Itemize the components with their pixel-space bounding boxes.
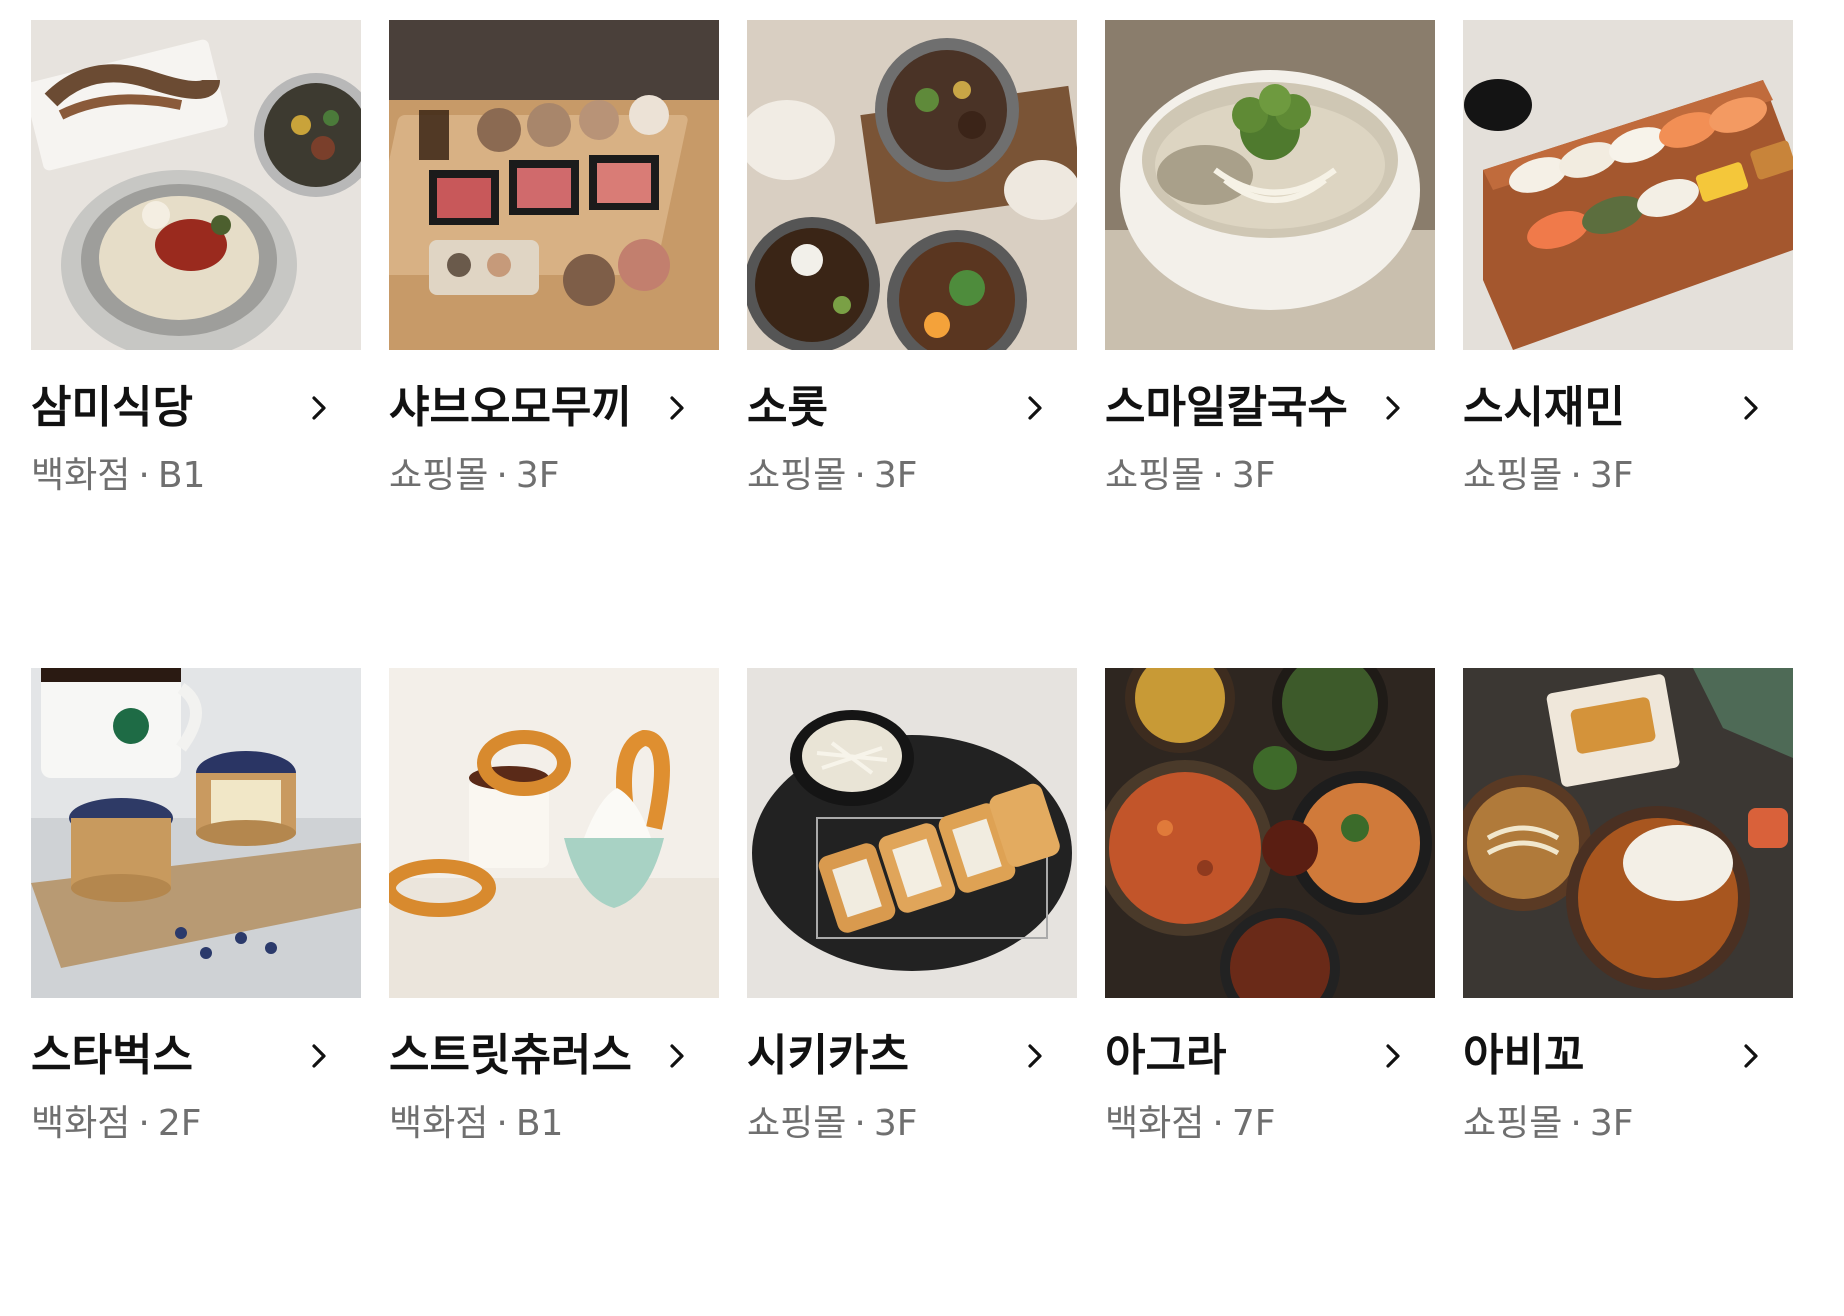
restaurant-card[interactable]: 아그라 백화점 · 7F bbox=[1105, 668, 1435, 1316]
restaurant-card[interactable]: 스타벅스 백화점 · 2F bbox=[31, 668, 361, 1316]
restaurant-name[interactable]: 아그라 bbox=[1105, 1024, 1226, 1088]
chevron-right-icon[interactable] bbox=[663, 394, 691, 422]
floor-label: 3F bbox=[1231, 455, 1276, 496]
restaurant-name[interactable]: 스트릿츄러스 bbox=[389, 1024, 632, 1088]
food-image[interactable] bbox=[747, 668, 1077, 998]
chevron-right-icon[interactable] bbox=[1737, 1042, 1765, 1070]
restaurant-name[interactable]: 스마일칼국수 bbox=[1105, 376, 1348, 440]
restaurant-location: 쇼핑몰 · 3F bbox=[1463, 450, 1633, 502]
restaurant-name[interactable]: 샤브오모무끼 bbox=[389, 376, 632, 440]
restaurant-name-row[interactable]: 스시재민 bbox=[1463, 376, 1793, 440]
floor-label: B1 bbox=[157, 455, 206, 496]
restaurant-grid: 삼미식당 백화점 · B1 샤브오모무끼 쇼핑몰 · 3F 소롯 쇼핑몰 · 3… bbox=[31, 20, 1793, 1316]
restaurant-location: 쇼핑몰 · 3F bbox=[1463, 1098, 1633, 1150]
food-image[interactable] bbox=[31, 668, 361, 998]
restaurant-name[interactable]: 삼미식당 bbox=[31, 376, 193, 440]
food-image[interactable] bbox=[389, 668, 719, 998]
restaurant-location: 쇼핑몰 · 3F bbox=[747, 450, 917, 502]
restaurant-location: 쇼핑몰 · 3F bbox=[1105, 450, 1275, 502]
restaurant-name-row[interactable]: 삼미식당 bbox=[31, 376, 361, 440]
chevron-right-icon[interactable] bbox=[1379, 1042, 1407, 1070]
restaurant-name[interactable]: 시키카츠 bbox=[747, 1024, 909, 1088]
floor-label: B1 bbox=[515, 1103, 564, 1144]
restaurant-card[interactable]: 스트릿츄러스 백화점 · B1 bbox=[389, 668, 719, 1316]
restaurant-name-row[interactable]: 아그라 bbox=[1105, 1024, 1435, 1088]
food-image[interactable] bbox=[1105, 20, 1435, 350]
building-label: 백화점 bbox=[31, 455, 131, 496]
floor-label: 3F bbox=[1589, 455, 1634, 496]
separator: · bbox=[1570, 455, 1582, 496]
food-image[interactable] bbox=[747, 20, 1077, 350]
chevron-right-icon[interactable] bbox=[1737, 394, 1765, 422]
floor-label: 3F bbox=[515, 455, 560, 496]
restaurant-name-row[interactable]: 샤브오모무끼 bbox=[389, 376, 719, 440]
building-label: 백화점 bbox=[389, 1103, 489, 1144]
restaurant-card[interactable]: 샤브오모무끼 쇼핑몰 · 3F bbox=[389, 20, 719, 668]
chevron-right-icon[interactable] bbox=[305, 394, 333, 422]
restaurant-name[interactable]: 소롯 bbox=[747, 376, 828, 440]
separator: · bbox=[138, 1103, 150, 1144]
food-image[interactable] bbox=[389, 20, 719, 350]
building-label: 쇼핑몰 bbox=[1463, 1103, 1563, 1144]
restaurant-location: 백화점 · B1 bbox=[389, 1098, 563, 1150]
food-image[interactable] bbox=[31, 20, 361, 350]
restaurant-name[interactable]: 아비꼬 bbox=[1463, 1024, 1584, 1088]
restaurant-location: 쇼핑몰 · 3F bbox=[389, 450, 559, 502]
floor-label: 3F bbox=[873, 455, 918, 496]
restaurant-name-row[interactable]: 아비꼬 bbox=[1463, 1024, 1793, 1088]
separator: · bbox=[1570, 1103, 1582, 1144]
separator: · bbox=[496, 455, 508, 496]
food-image[interactable] bbox=[1463, 20, 1793, 350]
building-label: 쇼핑몰 bbox=[747, 455, 847, 496]
floor-label: 2F bbox=[157, 1103, 202, 1144]
restaurant-location: 백화점 · 7F bbox=[1105, 1098, 1275, 1150]
building-label: 백화점 bbox=[1105, 1103, 1205, 1144]
restaurant-name-row[interactable]: 소롯 bbox=[747, 376, 1077, 440]
food-image[interactable] bbox=[1463, 668, 1793, 998]
building-label: 쇼핑몰 bbox=[1463, 455, 1563, 496]
restaurant-card[interactable]: 소롯 쇼핑몰 · 3F bbox=[747, 20, 1077, 668]
restaurant-card[interactable]: 스시재민 쇼핑몰 · 3F bbox=[1463, 20, 1793, 668]
floor-label: 3F bbox=[1589, 1103, 1634, 1144]
chevron-right-icon[interactable] bbox=[663, 1042, 691, 1070]
floor-label: 7F bbox=[1231, 1103, 1276, 1144]
restaurant-location: 백화점 · 2F bbox=[31, 1098, 201, 1150]
separator: · bbox=[138, 455, 150, 496]
chevron-right-icon[interactable] bbox=[1379, 394, 1407, 422]
separator: · bbox=[854, 455, 866, 496]
building-label: 백화점 bbox=[31, 1103, 131, 1144]
restaurant-card[interactable]: 삼미식당 백화점 · B1 bbox=[31, 20, 361, 668]
restaurant-name-row[interactable]: 시키카츠 bbox=[747, 1024, 1077, 1088]
separator: · bbox=[1212, 455, 1224, 496]
chevron-right-icon[interactable] bbox=[305, 1042, 333, 1070]
restaurant-name-row[interactable]: 스트릿츄러스 bbox=[389, 1024, 719, 1088]
restaurant-location: 쇼핑몰 · 3F bbox=[747, 1098, 917, 1150]
separator: · bbox=[1212, 1103, 1224, 1144]
chevron-right-icon[interactable] bbox=[1021, 1042, 1049, 1070]
food-image[interactable] bbox=[1105, 668, 1435, 998]
restaurant-card[interactable]: 시키카츠 쇼핑몰 · 3F bbox=[747, 668, 1077, 1316]
building-label: 쇼핑몰 bbox=[747, 1103, 847, 1144]
restaurant-name[interactable]: 스타벅스 bbox=[31, 1024, 193, 1088]
restaurant-name[interactable]: 스시재민 bbox=[1463, 376, 1625, 440]
restaurant-name-row[interactable]: 스마일칼국수 bbox=[1105, 376, 1435, 440]
restaurant-card[interactable]: 아비꼬 쇼핑몰 · 3F bbox=[1463, 668, 1793, 1316]
restaurant-card[interactable]: 스마일칼국수 쇼핑몰 · 3F bbox=[1105, 20, 1435, 668]
separator: · bbox=[496, 1103, 508, 1144]
restaurant-location: 백화점 · B1 bbox=[31, 450, 205, 502]
separator: · bbox=[854, 1103, 866, 1144]
floor-label: 3F bbox=[873, 1103, 918, 1144]
building-label: 쇼핑몰 bbox=[389, 455, 489, 496]
chevron-right-icon[interactable] bbox=[1021, 394, 1049, 422]
building-label: 쇼핑몰 bbox=[1105, 455, 1205, 496]
restaurant-name-row[interactable]: 스타벅스 bbox=[31, 1024, 361, 1088]
